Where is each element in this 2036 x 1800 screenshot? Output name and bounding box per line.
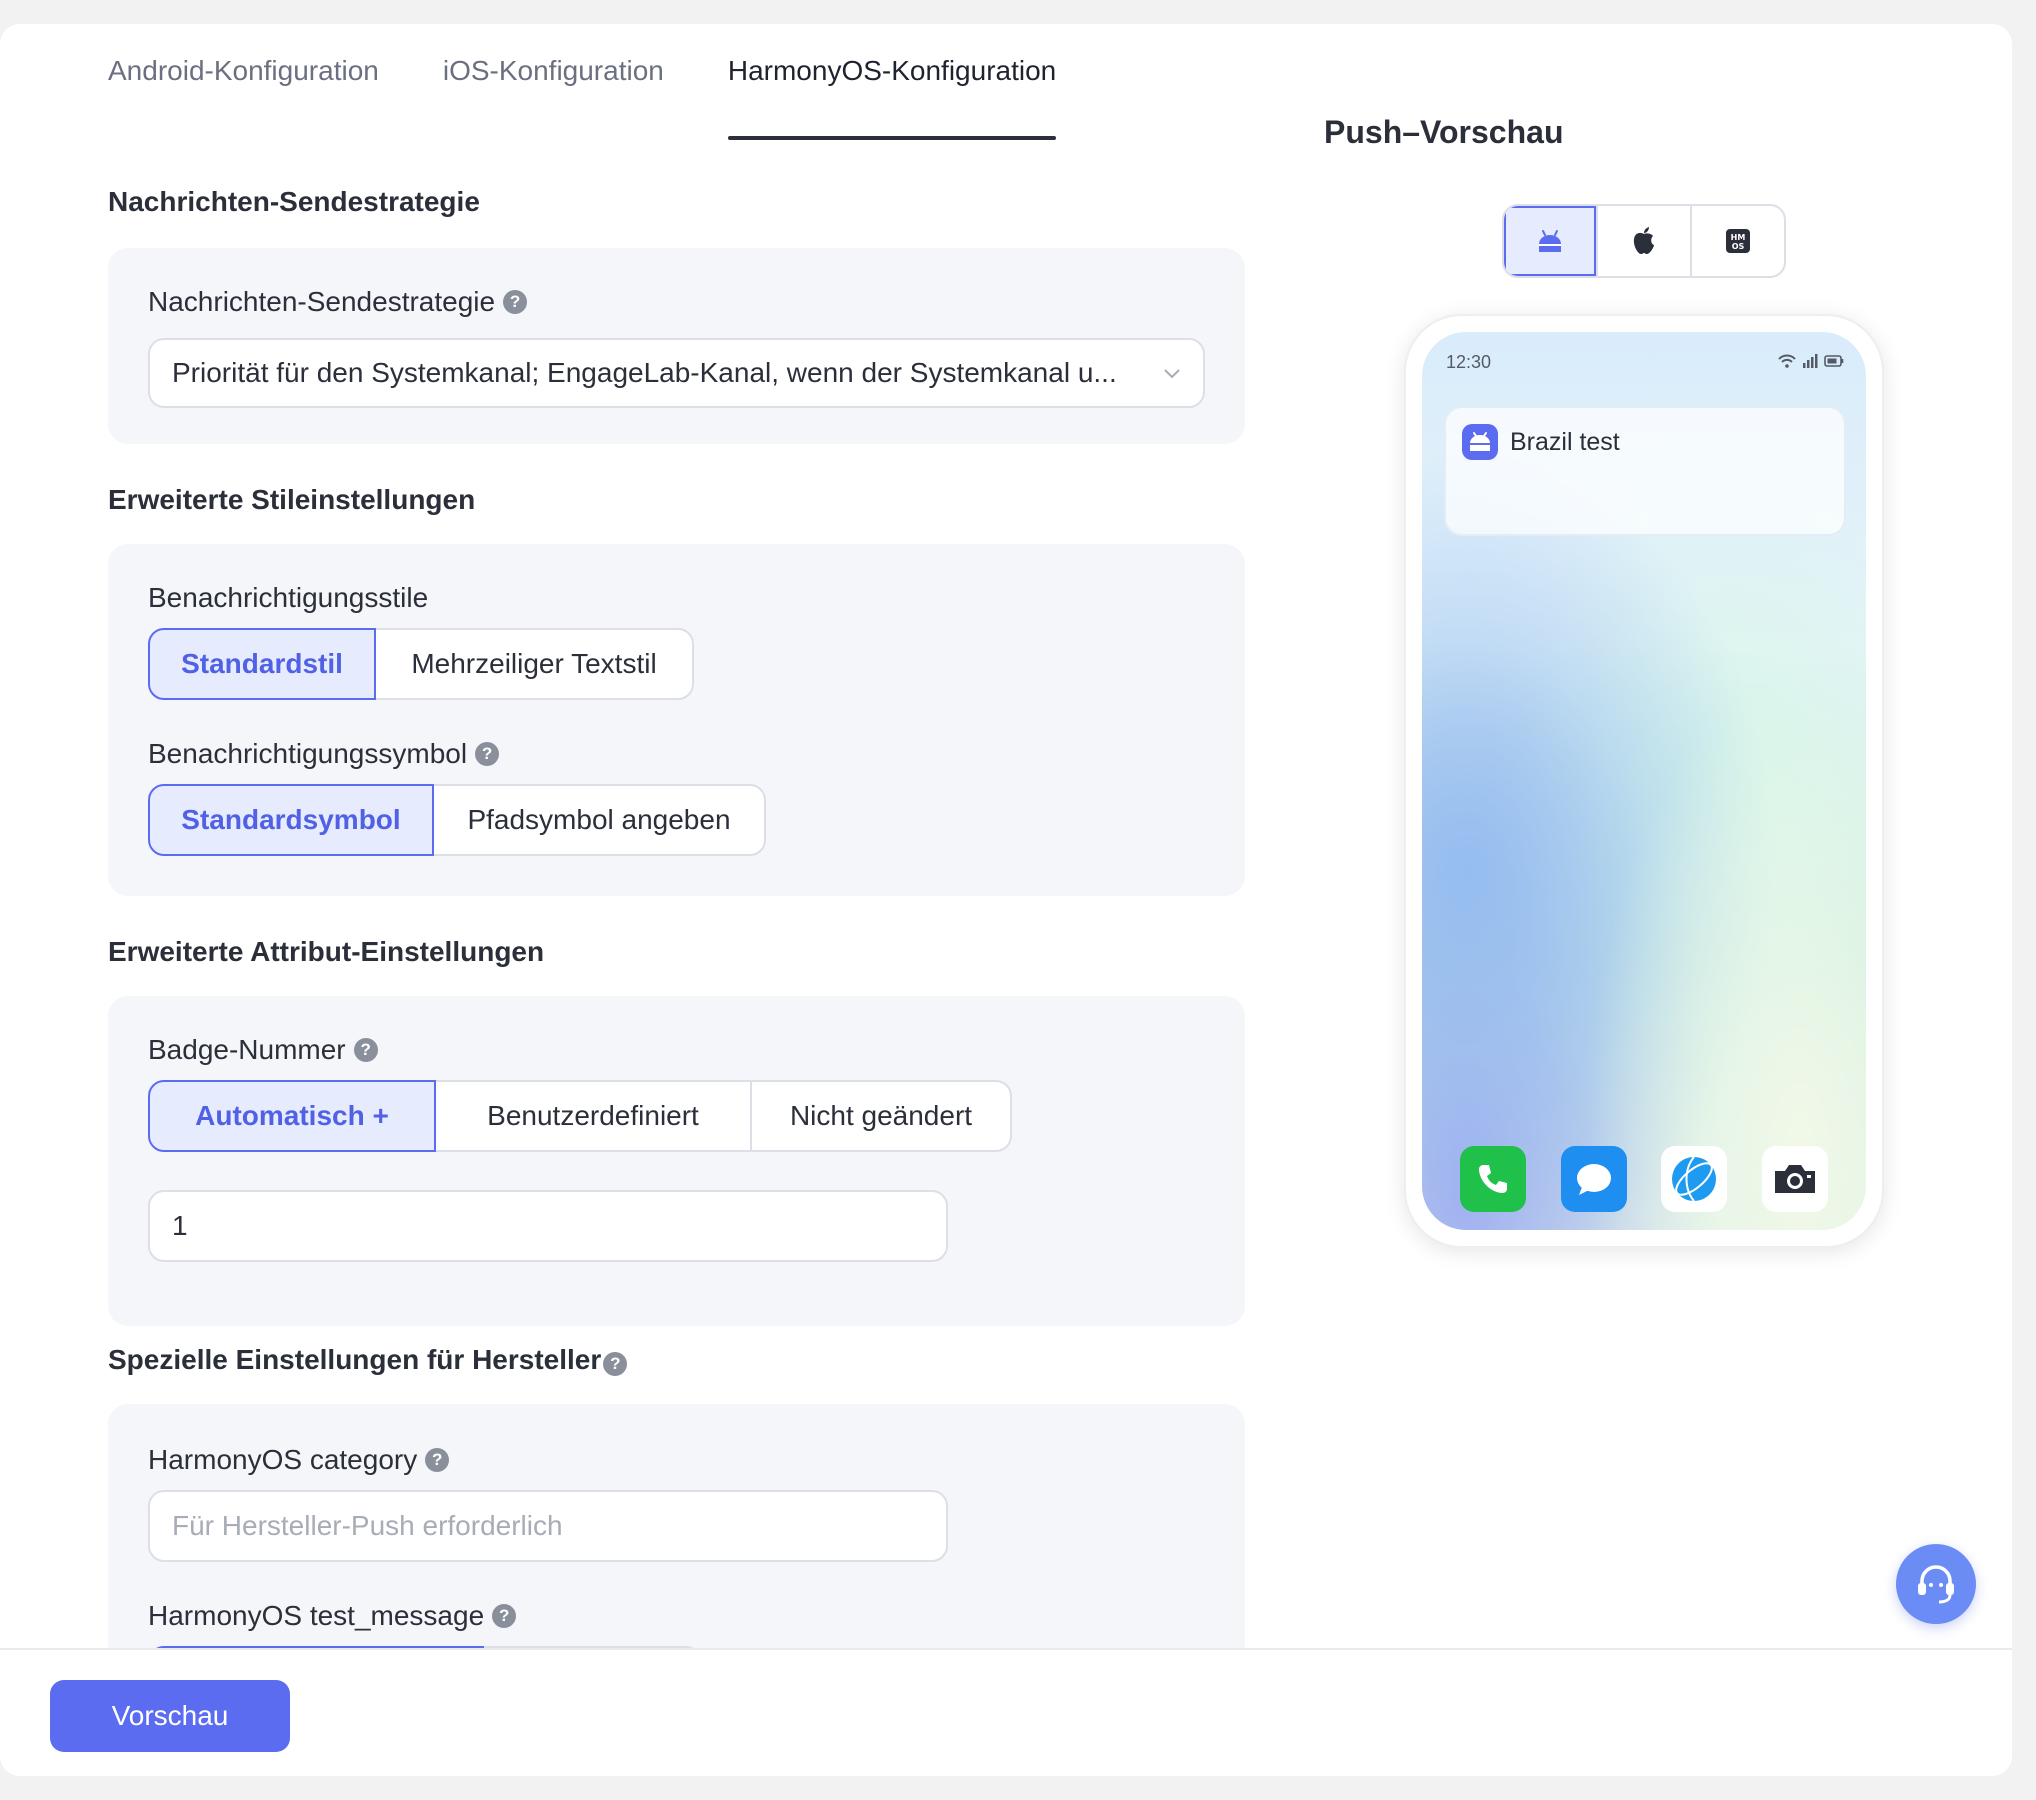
push-preview-title: Push–Vorschau: [1324, 114, 1564, 150]
badge-number-input[interactable]: [148, 1190, 948, 1262]
notif-style-standard[interactable]: Standardstil: [148, 628, 376, 700]
style-panel: Benachrichtigungsstile Standardstil Mehr…: [108, 544, 1245, 896]
main-card: Android-Konfiguration iOS-Konfiguration …: [0, 24, 2012, 1776]
phone-screen: 12:30 Brazil test: [1422, 332, 1866, 1230]
svg-text:OS: OS: [1732, 242, 1745, 251]
os-harmonyos-button[interactable]: HM OS: [1692, 206, 1784, 276]
vendor-title-text: Spezielle Einstellungen für Hersteller: [108, 1344, 602, 1375]
test-message-option-1[interactable]: [148, 1646, 484, 1648]
test-message-label-text: HarmonyOS test_message: [148, 1600, 485, 1631]
badge-unchanged[interactable]: Nicht geändert: [750, 1080, 1012, 1152]
section-title-strategy: Nachrichten-Sendestrategie: [108, 186, 480, 217]
footer-bar: Vorschau: [0, 1648, 2012, 1776]
browser-icon: [1661, 1146, 1728, 1212]
chevron-down-icon: [1164, 369, 1180, 379]
config-form: Nachrichten-Sendestrategie Nachrichten-S…: [108, 24, 1245, 1648]
camera-icon: [1761, 1146, 1828, 1212]
android-icon: [1539, 230, 1561, 252]
wifi-icon: [1778, 354, 1796, 368]
preview-button[interactable]: Vorschau: [50, 1680, 290, 1752]
test-message-label: HarmonyOS test_message ?: [148, 1600, 517, 1632]
section-title-vendor: Spezielle Einstellungen für Hersteller?: [108, 1344, 628, 1376]
phone-icon: [1460, 1146, 1526, 1212]
signal-icon: [1803, 354, 1818, 368]
svg-text:HM: HM: [1731, 233, 1746, 242]
notif-style-segmented: Standardstil Mehrzeiliger Textstil: [148, 628, 694, 700]
strategy-label-text: Nachrichten-Sendestrategie: [148, 286, 496, 317]
apple-icon: [1633, 227, 1654, 254]
section-title-style: Erweiterte Stileinstellungen: [108, 484, 476, 515]
notif-style-label: Benachrichtigungsstile: [148, 582, 429, 613]
battery-icon: [1824, 355, 1844, 367]
os-ios-button[interactable]: [1598, 206, 1692, 276]
notification-title: Brazil test: [1510, 428, 1620, 456]
notif-icon-path[interactable]: Pfadsymbol angeben: [432, 784, 766, 856]
notif-style-multiline[interactable]: Mehrzeiliger Textstil: [374, 628, 694, 700]
badge-custom[interactable]: Benutzerdefiniert: [434, 1080, 752, 1152]
status-time: 12:30: [1446, 352, 1492, 372]
app-icon: [1462, 424, 1498, 460]
category-input[interactable]: [148, 1490, 948, 1562]
notif-icon-label: Benachrichtigungssymbol ?: [148, 738, 500, 770]
strategy-panel: Nachrichten-Sendestrategie ? Priorität f…: [108, 248, 1245, 444]
phone-mockup: 12:30 Brazil test: [1404, 314, 1884, 1248]
help-icon[interactable]: ?: [475, 742, 500, 766]
category-label-text: HarmonyOS category: [148, 1444, 418, 1475]
strategy-select-value: Priorität für den Systemkanal; EngageLab…: [172, 357, 1117, 388]
customer-support-button[interactable]: [1896, 1544, 1976, 1624]
headset-icon: [1918, 1565, 1954, 1604]
section-title-attributes: Erweiterte Attribut-Einstellungen: [108, 936, 545, 967]
help-icon[interactable]: ?: [492, 1604, 517, 1628]
category-label: HarmonyOS category ?: [148, 1444, 450, 1476]
badge-segmented: Automatisch + Benutzerdefiniert Nicht ge…: [148, 1080, 1012, 1152]
badge-label: Badge-Nummer ?: [148, 1034, 378, 1066]
strategy-field-label: Nachrichten-Sendestrategie ?: [148, 286, 528, 318]
help-icon[interactable]: ?: [503, 290, 528, 314]
notif-icon-standard[interactable]: Standardsymbol: [148, 784, 434, 856]
help-icon[interactable]: ?: [425, 1448, 450, 1472]
notification-card[interactable]: Brazil test: [1444, 406, 1846, 536]
strategy-select[interactable]: Priorität für den Systemkanal; EngageLab…: [148, 338, 1205, 408]
app-dock: [1460, 1146, 1828, 1214]
harmonyos-icon: HM OS: [1726, 229, 1750, 253]
notif-icon-segmented: Standardsymbol Pfadsymbol angeben: [148, 784, 766, 856]
notif-icon-label-text: Benachrichtigungssymbol: [148, 738, 468, 769]
os-android-button[interactable]: [1504, 206, 1598, 276]
status-icons: [1778, 354, 1844, 368]
badge-label-text: Badge-Nummer: [148, 1034, 346, 1065]
help-icon[interactable]: ?: [353, 1038, 378, 1062]
os-switch: HM OS: [1502, 204, 1786, 278]
android-icon: [1470, 432, 1490, 451]
attributes-panel: Badge-Nummer ? Automatisch + Benutzerdef…: [108, 996, 1245, 1326]
help-icon[interactable]: ?: [603, 1352, 628, 1376]
messages-icon: [1560, 1146, 1627, 1212]
badge-auto[interactable]: Automatisch +: [148, 1080, 436, 1152]
vendor-panel: HarmonyOS category ? HarmonyOS test_mess…: [108, 1404, 1245, 1648]
